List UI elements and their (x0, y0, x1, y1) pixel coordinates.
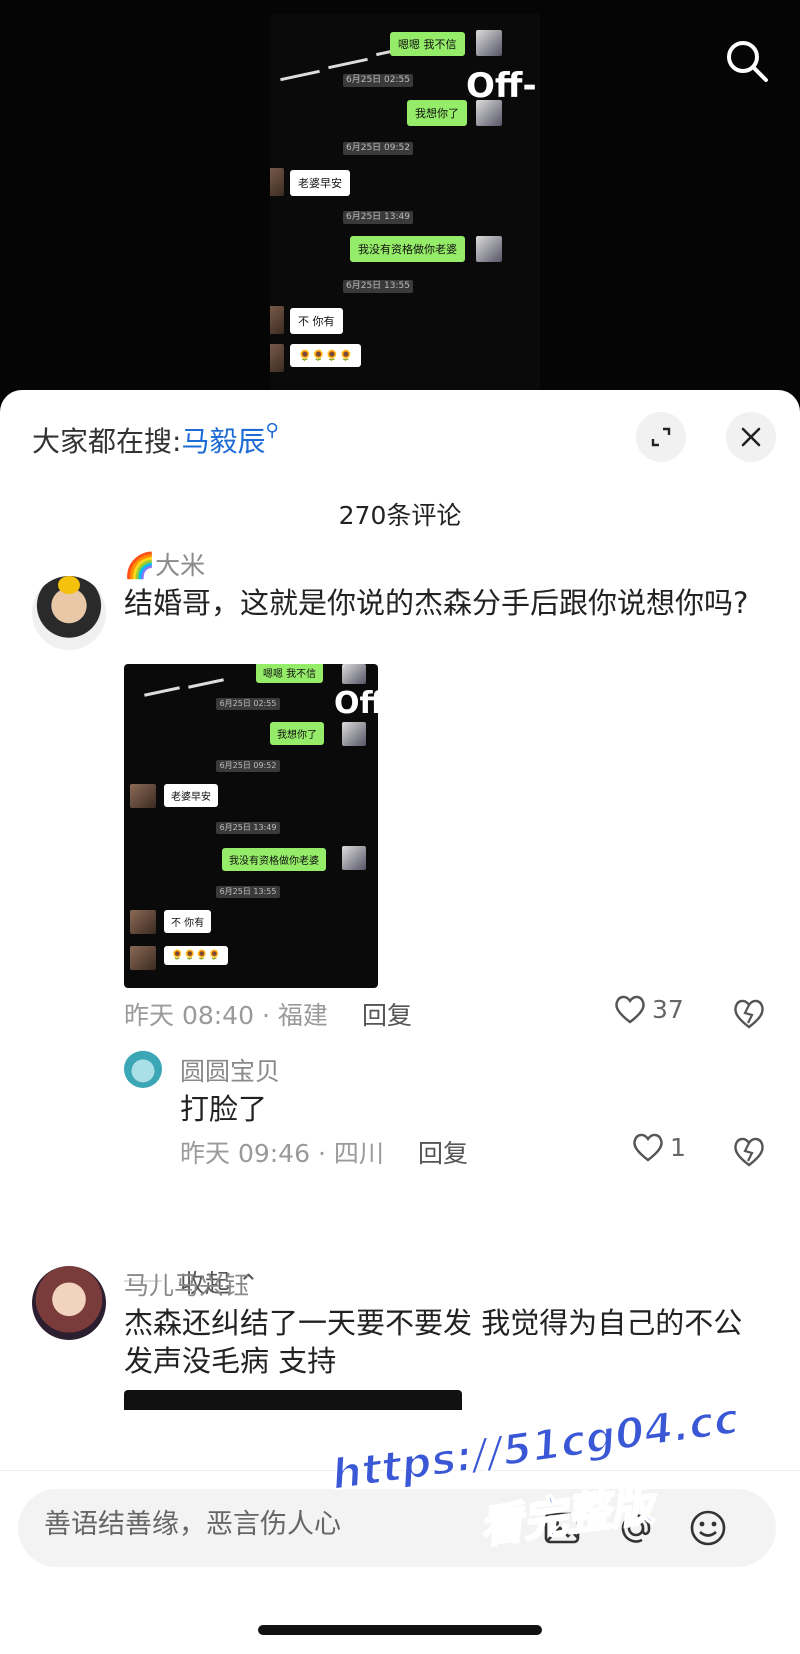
reply-button[interactable]: 回复 (362, 996, 412, 1032)
avatar (270, 306, 284, 334)
chat-message: 老婆早安 (164, 784, 218, 807)
like-count: 1 (670, 1132, 686, 1162)
comment-input-container[interactable] (18, 1489, 776, 1567)
chat-message: 不 你有 (164, 910, 212, 933)
like-button[interactable]: 37 (614, 994, 684, 1024)
chat-message: 我没有资格做你老婆 (350, 236, 465, 262)
avatar (130, 784, 156, 808)
avatar (130, 946, 156, 970)
chat-message: 我想你了 (270, 722, 324, 745)
avatar (476, 100, 502, 126)
avatar (270, 344, 284, 372)
home-indicator (258, 1625, 542, 1635)
expand-icon (651, 427, 671, 447)
avatar (476, 30, 502, 56)
close-button[interactable] (726, 412, 776, 462)
chat-screenshot-video: Off- 嗯嗯 我不信 6月25日 02:55 我想你了 6月25日 09:52… (270, 14, 540, 400)
comment-author[interactable]: 🌈大米 (124, 546, 205, 582)
timestamp: 6月25日 13:55 (216, 886, 280, 898)
avatar (130, 910, 156, 934)
chat-message: 🌻🌻🌻🌻 (290, 344, 361, 367)
heart-icon (615, 995, 645, 1024)
avatar (476, 236, 502, 262)
timestamp: 6月25日 09:52 (216, 760, 280, 772)
comments-count: 270条评论 (338, 501, 462, 530)
avatar (342, 664, 366, 684)
timestamp: 6月25日 13:49 (216, 822, 280, 834)
chat-message: 我想你了 (407, 100, 467, 126)
avatar (342, 722, 366, 746)
avatar[interactable] (32, 1266, 106, 1340)
avatar[interactable] (124, 1050, 162, 1088)
chat-message: 🌻🌻🌻🌻 (164, 946, 228, 965)
comment-input-bar (0, 1470, 800, 1654)
avatar[interactable] (32, 576, 106, 650)
search-icon: ⚲ (265, 420, 279, 441)
comment-image[interactable] (124, 1390, 462, 1410)
like-count: 37 (652, 994, 684, 1024)
reply-author[interactable]: 圆圆宝贝 (180, 1052, 280, 1088)
reply-button[interactable]: 回复 (418, 1134, 468, 1170)
chat-message: 嗯嗯 我不信 (390, 32, 465, 56)
avatar (270, 168, 284, 196)
dislike-icon[interactable] (732, 1134, 766, 1168)
video-preview[interactable]: Off- 嗯嗯 我不信 6月25日 02:55 我想你了 6月25日 09:52… (0, 0, 800, 400)
reply-text: 打脸了 (180, 1092, 268, 1126)
avatar (342, 846, 366, 870)
search-icon[interactable] (724, 38, 770, 84)
like-button[interactable]: 1 (632, 1132, 686, 1162)
hot-search-prefix: 大家都在搜: (32, 425, 182, 458)
expand-button[interactable] (636, 412, 686, 462)
hot-search[interactable]: 大家都在搜:马毅辰⚲ (32, 420, 279, 460)
hot-search-keyword[interactable]: 马毅辰 (181, 425, 265, 458)
comment-image[interactable]: Off- 嗯嗯 我不信 6月25日 02:55 我想你了 6月25日 09:52… (124, 664, 378, 988)
comment-author[interactable]: 马儿马兴钰 (124, 1266, 249, 1302)
comment-text: 杰森还纠结了一天要不要发 我觉得为自己的不公发声没毛病 支持 (124, 1306, 743, 1378)
chat-message: 嗯嗯 我不信 (256, 664, 324, 683)
dislike-icon[interactable] (732, 996, 766, 1030)
heart-icon (633, 1133, 663, 1162)
comment-text: 结婚哥，这就是你说的杰森分手后跟你说想你吗? (124, 586, 749, 620)
timestamp: 6月25日 09:52 (343, 142, 413, 155)
emoji-icon[interactable] (688, 1508, 728, 1548)
comment-meta: 昨天 08:40 · 福建 (124, 1001, 328, 1030)
logo-text: Off- (334, 686, 378, 721)
timestamp: 6月25日 13:55 (343, 280, 413, 293)
chat-message: 不 你有 (290, 308, 343, 334)
timestamp: 6月25日 13:49 (343, 211, 413, 224)
timestamp: 6月25日 02:55 (216, 698, 280, 710)
comment-input[interactable] (44, 1509, 524, 1540)
timestamp: 6月25日 02:55 (343, 74, 413, 87)
chat-message: 老婆早安 (290, 170, 350, 196)
close-icon (741, 427, 761, 447)
chat-message: 我没有资格做你老婆 (222, 848, 326, 871)
reply-meta: 昨天 09:46 · 四川 (180, 1139, 384, 1168)
